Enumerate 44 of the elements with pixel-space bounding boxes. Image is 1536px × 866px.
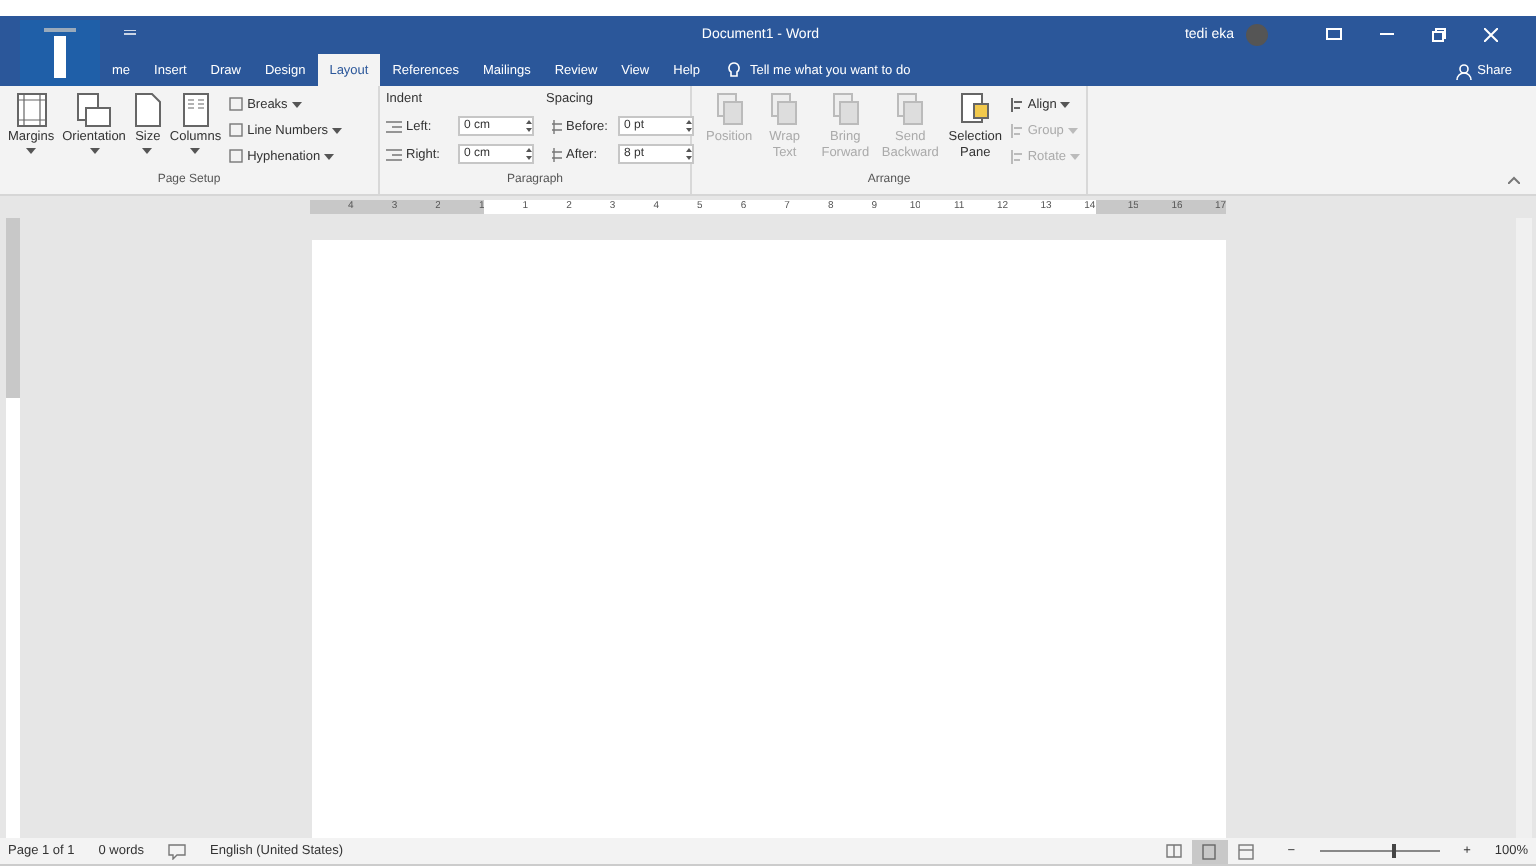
- align-icon: [1009, 123, 1024, 137]
- arrange-icon: [831, 92, 860, 128]
- caret-icon: [332, 127, 343, 133]
- spinner-icon: [526, 118, 532, 134]
- arrange-icon: [715, 92, 744, 128]
- view-button[interactable]: [1191, 839, 1228, 863]
- columns-icon: [181, 92, 210, 128]
- book-icon: [1165, 844, 1182, 858]
- margins-icon: [15, 92, 48, 128]
- arrange-icon: [770, 92, 799, 128]
- minimize-icon: [1379, 32, 1393, 36]
- spacing-icon: [546, 147, 562, 161]
- web-layout-icon: [1237, 843, 1254, 859]
- caret-icon: [1067, 127, 1078, 133]
- spinner-icon: [686, 146, 692, 162]
- indent-icon: [386, 147, 402, 161]
- proofing-icon: [168, 843, 187, 859]
- collapse-icon: [1508, 176, 1520, 184]
- close-icon: [1483, 27, 1497, 41]
- caret-icon: [190, 148, 201, 154]
- selection-pane-icon: [959, 92, 992, 128]
- indent-icon: [386, 119, 402, 133]
- align-icon: [1009, 149, 1024, 163]
- caret-icon: [1060, 101, 1071, 107]
- ribbon-display-icon: [1326, 28, 1342, 40]
- caret-icon: [26, 148, 37, 154]
- lightbulb-icon: [728, 62, 740, 80]
- spacing-icon: [546, 119, 562, 133]
- caret-icon: [291, 101, 302, 107]
- zoom-thumb[interactable]: [1391, 844, 1396, 858]
- restore-icon: [1431, 27, 1445, 41]
- spinner-icon: [526, 146, 532, 162]
- customize-icon: [124, 30, 136, 38]
- align-icon: [1009, 97, 1024, 111]
- caret-icon: [324, 153, 335, 159]
- page-size-icon: [133, 92, 162, 128]
- orientation-icon: [76, 92, 113, 128]
- spinner-icon: [686, 118, 692, 134]
- person-icon: [1455, 63, 1472, 79]
- caret-icon: [142, 148, 153, 154]
- caret-icon: [1070, 153, 1081, 159]
- page-layout-icon: [1202, 843, 1217, 859]
- caret-icon: [89, 148, 100, 154]
- arrange-icon: [896, 92, 925, 128]
